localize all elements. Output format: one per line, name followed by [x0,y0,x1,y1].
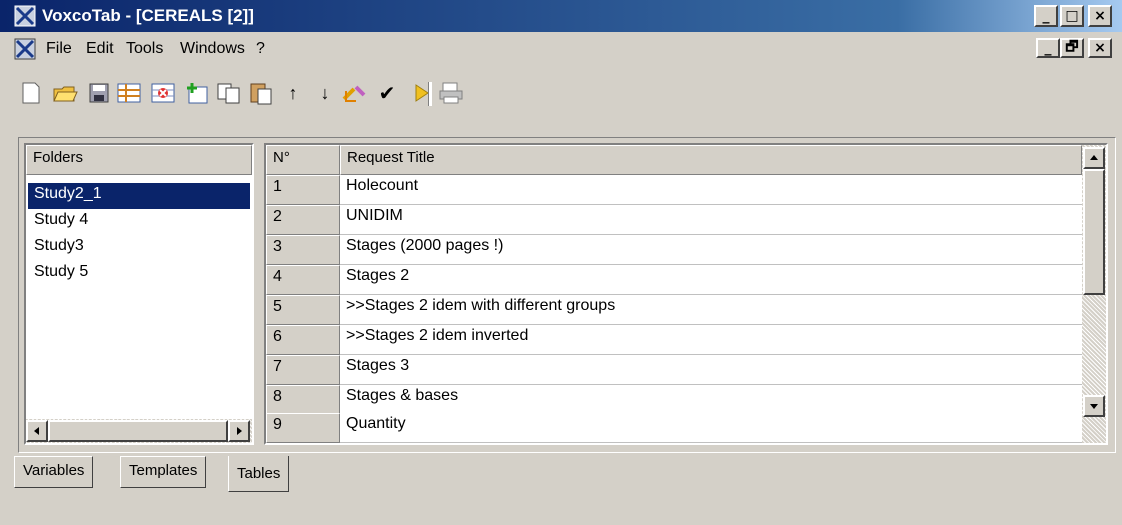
scroll-down-button[interactable] [1083,395,1105,417]
doc-close-button[interactable]: × [1088,38,1112,58]
menu-tools[interactable]: Tools [126,40,163,58]
doc-minimize-button[interactable]: _ [1036,38,1060,58]
row-number[interactable]: 3 [266,235,340,265]
minimize-button[interactable]: _ [1034,5,1058,27]
request-title-cell[interactable]: UNIDIM [340,205,1082,235]
folder-item[interactable]: Study 5 [28,261,250,287]
menu-windows[interactable]: Windows [180,40,245,58]
column-header-number[interactable]: N° [266,145,340,175]
open-folder-icon[interactable] [52,80,78,106]
toolbar: ↑ ↓ ✔ [0,66,1122,120]
tab-templates[interactable]: Templates [120,456,207,488]
last-visible-row: 9 Quantity [266,413,1082,443]
add-icon[interactable] [184,80,210,106]
document-icon[interactable] [14,38,36,60]
tab-tables[interactable]: Tables [228,456,290,492]
row-number[interactable]: 2 [266,205,340,235]
scroll-thumb[interactable] [48,420,228,442]
close-button[interactable]: × [1088,5,1112,27]
requests-vscrollbar[interactable] [1082,145,1106,419]
row-number[interactable]: 6 [266,325,340,355]
doc-restore-button[interactable]: 🗗 [1060,38,1084,58]
check-icon[interactable]: ✔ [374,80,400,106]
row-number[interactable]: 4 [266,265,340,295]
scroll-left-button[interactable] [26,420,48,442]
request-title-cell[interactable]: >>Stages 2 idem with different groups [340,295,1082,325]
request-title-cell[interactable]: Stages (2000 pages !) [340,235,1082,265]
new-doc-icon[interactable] [18,80,44,106]
row-number[interactable]: 8 [266,385,340,415]
up-arrow-icon[interactable]: ↑ [280,80,306,106]
app-icon [14,5,36,27]
delete-icon[interactable] [150,80,176,106]
folders-header[interactable]: Folders [26,145,252,175]
scroll-up-button[interactable] [1083,147,1105,169]
scroll-right-button[interactable] [228,420,250,442]
menu-edit[interactable]: Edit [86,40,114,58]
tab-variables[interactable]: Variables [14,456,94,488]
menu-file[interactable]: File [46,40,72,58]
menu-help[interactable]: ? [256,40,265,58]
down-arrow-icon[interactable]: ↓ [312,80,338,106]
request-title-cell[interactable]: Quantity [340,413,1082,443]
request-title-cell[interactable]: Stages & bases [340,385,1082,415]
request-title-cell[interactable]: Stages 3 [340,355,1082,385]
row-number[interactable]: 9 [266,413,340,443]
toolbar-separator [428,82,432,106]
row-number[interactable]: 1 [266,175,340,205]
folders-panel: Folders Study2_1 Study 4 Study3 Study 5 [24,143,254,445]
request-title-cell[interactable]: Holecount [340,175,1082,205]
window-title: VoxcoTab - [CEREALS [2]] [42,6,254,25]
column-header-title[interactable]: Request Title [340,145,1082,175]
folder-item[interactable]: Study2_1 [28,183,250,209]
copy-icon[interactable] [216,80,242,106]
folder-item[interactable]: Study3 [28,235,250,261]
maximize-button[interactable]: □ [1060,5,1084,27]
request-title-cell[interactable]: >>Stages 2 idem inverted [340,325,1082,355]
row-number[interactable]: 5 [266,295,340,325]
folder-item[interactable]: Study 4 [28,209,250,235]
print-icon[interactable] [438,80,464,106]
row-number[interactable]: 7 [266,355,340,385]
paste-icon[interactable] [248,80,274,106]
request-title-cell[interactable]: Stages 2 [340,265,1082,295]
save-icon[interactable] [86,80,112,106]
menu-bar: File Edit Tools Windows ? _ 🗗 × [0,32,1122,66]
requests-panel: N° Request Title 1 Holecount 2 UNIDIM 3 … [264,143,1108,445]
folders-hscrollbar[interactable] [26,419,252,443]
table-icon[interactable] [116,80,142,106]
scroll-thumb[interactable] [1083,169,1105,295]
import-icon[interactable] [342,80,368,106]
title-bar: VoxcoTab - [CEREALS [2]] _ □ × [0,0,1122,32]
